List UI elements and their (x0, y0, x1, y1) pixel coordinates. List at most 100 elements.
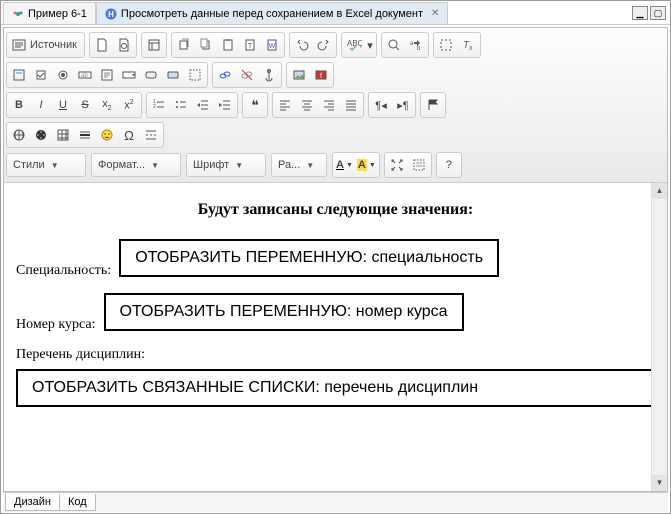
window-controls: ▁ ▢ (632, 6, 666, 20)
ltr-button[interactable]: ¶◂ (370, 94, 392, 116)
replace-button[interactable]: ab (405, 34, 427, 56)
align-center-button[interactable] (296, 94, 318, 116)
italic-button[interactable]: I (30, 94, 52, 116)
iframe-button[interactable] (8, 124, 30, 146)
templates-button[interactable] (143, 34, 165, 56)
preview-button[interactable] (113, 34, 135, 56)
svg-text:b: b (417, 46, 421, 52)
link-button[interactable] (214, 64, 236, 86)
form-button[interactable] (8, 64, 30, 86)
bullet-list-button[interactable] (170, 94, 192, 116)
select-all-button[interactable] (435, 34, 457, 56)
course-label: Номер курса: (16, 317, 96, 332)
copy-button[interactable] (195, 34, 217, 56)
maximize-button[interactable]: ▢ (650, 6, 666, 20)
variable-speciality[interactable]: ОТОБРАЗИТЬ ПЕРЕМЕННУЮ: специальность (119, 239, 499, 277)
cut-button[interactable] (173, 34, 195, 56)
tab-example[interactable]: Пример 6-1 (3, 2, 96, 24)
outdent-button[interactable] (192, 94, 214, 116)
align-left-button[interactable] (274, 94, 296, 116)
superscript-button[interactable]: x2 (118, 94, 140, 116)
maximize-editor-button[interactable] (386, 154, 408, 176)
table-button[interactable] (52, 124, 74, 146)
tab-preview-excel[interactable]: H Просмотреть данные перед сохранением в… (96, 2, 449, 24)
remove-format-button[interactable]: Tx (457, 34, 479, 56)
strike-button[interactable]: S (74, 94, 96, 116)
tab-label: Просмотреть данные перед сохранением в E… (121, 8, 423, 20)
source-button[interactable]: Источник (8, 34, 83, 56)
hidden-field-button[interactable] (184, 64, 206, 86)
find-button[interactable] (383, 34, 405, 56)
h-icon: H (105, 8, 117, 20)
scroll-down-icon[interactable]: ▼ (652, 475, 667, 491)
editor-content[interactable]: Будут записаны следующие значения: Специ… (4, 183, 667, 491)
flag-button[interactable] (422, 94, 444, 116)
rtl-button[interactable]: ▸¶ (392, 94, 414, 116)
bottom-tabbar: Дизайн Код (3, 492, 668, 512)
image-button[interactable] (288, 64, 310, 86)
paste-word-button[interactable]: W (261, 34, 283, 56)
styles-combo[interactable]: Стили▼ (6, 153, 86, 177)
pagebreak-button[interactable] (140, 124, 162, 146)
tab-design[interactable]: Дизайн (5, 494, 60, 511)
toolbar-row-5: Стили▼ Формат...▼ Шрифт▼ Ра...▼ A ▼ A ▼ (6, 150, 665, 180)
toolbar: Источник T W ABÇ (4, 28, 667, 183)
tab-close-icon[interactable]: ✕ (431, 8, 439, 19)
field-course: Номер курса: ОТОБРАЗИТЬ ПЕРЕМЕННУЮ: номе… (16, 293, 655, 333)
align-justify-button[interactable] (340, 94, 362, 116)
svg-text:x: x (469, 45, 473, 52)
svg-text:ab: ab (81, 73, 88, 79)
toolbar-row-1: Источник T W ABÇ (6, 30, 665, 60)
flash-button[interactable]: f (310, 64, 332, 86)
paste-text-button[interactable]: T (239, 34, 261, 56)
vertical-scrollbar[interactable]: ▲ ▼ (651, 183, 667, 491)
scroll-up-icon[interactable]: ▲ (652, 183, 667, 199)
smiley-button[interactable] (96, 124, 118, 146)
unlink-button[interactable] (236, 64, 258, 86)
variable-course[interactable]: ОТОБРАЗИТЬ ПЕРЕМЕННУЮ: номер курса (104, 293, 464, 331)
font-combo[interactable]: Шрифт▼ (186, 153, 266, 177)
anchor-button[interactable] (258, 64, 280, 86)
bold-button[interactable]: B (8, 94, 30, 116)
svg-text:T: T (248, 43, 253, 50)
content-title: Будут записаны следующие значения: (16, 201, 655, 219)
tab-code[interactable]: Код (59, 494, 96, 511)
subjects-label: Перечень дисциплин: (16, 347, 655, 363)
textfield-button[interactable]: ab (74, 64, 96, 86)
svg-text:1: 1 (153, 99, 156, 105)
minimize-button[interactable]: ▁ (632, 6, 648, 20)
checkbox-button[interactable] (30, 64, 52, 86)
blockquote-button[interactable]: ❝ (244, 94, 266, 116)
align-right-button[interactable] (318, 94, 340, 116)
movie-button[interactable] (30, 124, 52, 146)
select-button[interactable] (118, 64, 140, 86)
svg-text:f: f (320, 73, 322, 80)
paste-button[interactable] (217, 34, 239, 56)
underline-button[interactable]: U (52, 94, 74, 116)
svg-text:T: T (463, 40, 470, 51)
radio-button[interactable] (52, 64, 74, 86)
specialchar-button[interactable]: Ω (118, 124, 140, 146)
dropdown-arrow[interactable]: ▾ (365, 34, 375, 56)
redo-button[interactable] (313, 34, 335, 56)
document-tabbar: Пример 6-1 H Просмотреть данные перед со… (1, 1, 670, 25)
textarea-button[interactable] (96, 64, 118, 86)
hr-button[interactable] (74, 124, 96, 146)
variable-subjects[interactable]: ОТОБРАЗИТЬ СВЯЗАННЫЕ СПИСКИ: перечень ди… (16, 369, 655, 407)
imagebutton-button[interactable] (162, 64, 184, 86)
toolbar-row-4: Ω (6, 120, 665, 150)
bg-color-button[interactable]: A ▼ (355, 154, 378, 176)
spellcheck-button[interactable]: ABÇ (343, 34, 365, 56)
format-combo[interactable]: Формат...▼ (91, 153, 181, 177)
new-page-button[interactable] (91, 34, 113, 56)
indent-button[interactable] (214, 94, 236, 116)
numbered-list-button[interactable]: 12 (148, 94, 170, 116)
subscript-button[interactable]: x2 (96, 94, 118, 116)
button-button[interactable] (140, 64, 162, 86)
toolbar-row-3: B I U S x2 x2 12 ❝ (6, 90, 665, 120)
text-color-button[interactable]: A ▼ (334, 154, 355, 176)
about-button[interactable]: ? (438, 154, 460, 176)
undo-button[interactable] (291, 34, 313, 56)
show-blocks-button[interactable] (408, 154, 430, 176)
size-combo[interactable]: Ра...▼ (271, 153, 327, 177)
